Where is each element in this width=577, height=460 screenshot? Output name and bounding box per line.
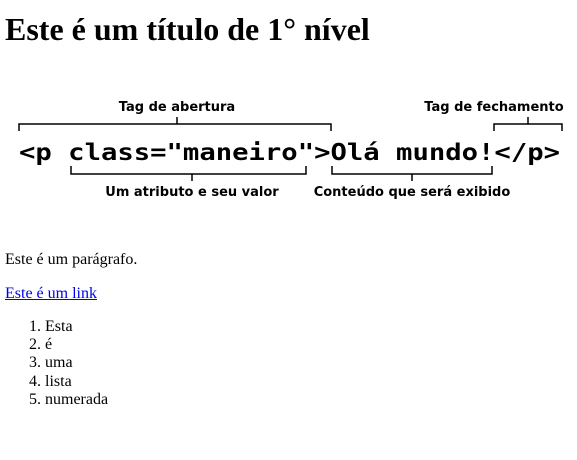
list-item: numerada bbox=[45, 391, 108, 409]
code-line: <p class="maneiro"> Olá mundo! </p> bbox=[19, 138, 560, 166]
numbered-list: Esta é uma lista numerada bbox=[5, 318, 108, 409]
page-title: Este é um título de 1° nível bbox=[5, 11, 370, 47]
example-link[interactable]: Este é um link bbox=[5, 284, 97, 303]
code-content: Olá mundo! bbox=[330, 138, 494, 166]
label-content: Conteúdo que será exibido bbox=[314, 185, 511, 200]
label-opening-tag: Tag de abertura bbox=[119, 100, 235, 115]
code-close-tag: </p> bbox=[494, 138, 560, 166]
paragraph: Este é um parágrafo. bbox=[5, 251, 138, 268]
bracket-attribute bbox=[70, 166, 307, 181]
list-item: Esta bbox=[45, 318, 108, 336]
bracket-content bbox=[331, 166, 493, 181]
list-item: lista bbox=[45, 373, 108, 391]
code-open-tag: <p class="maneiro"> bbox=[19, 138, 330, 166]
bracket-closing-tag bbox=[493, 117, 563, 131]
list-item: é bbox=[45, 336, 108, 354]
list-item: uma bbox=[45, 354, 108, 372]
html-anatomy-diagram: Tag de abertura Tag de fechamento Um atr… bbox=[17, 94, 566, 204]
label-attribute: Um atributo e seu valor bbox=[105, 185, 279, 200]
bracket-opening-tag bbox=[18, 117, 332, 131]
label-closing-tag: Tag de fechamento bbox=[424, 100, 563, 115]
